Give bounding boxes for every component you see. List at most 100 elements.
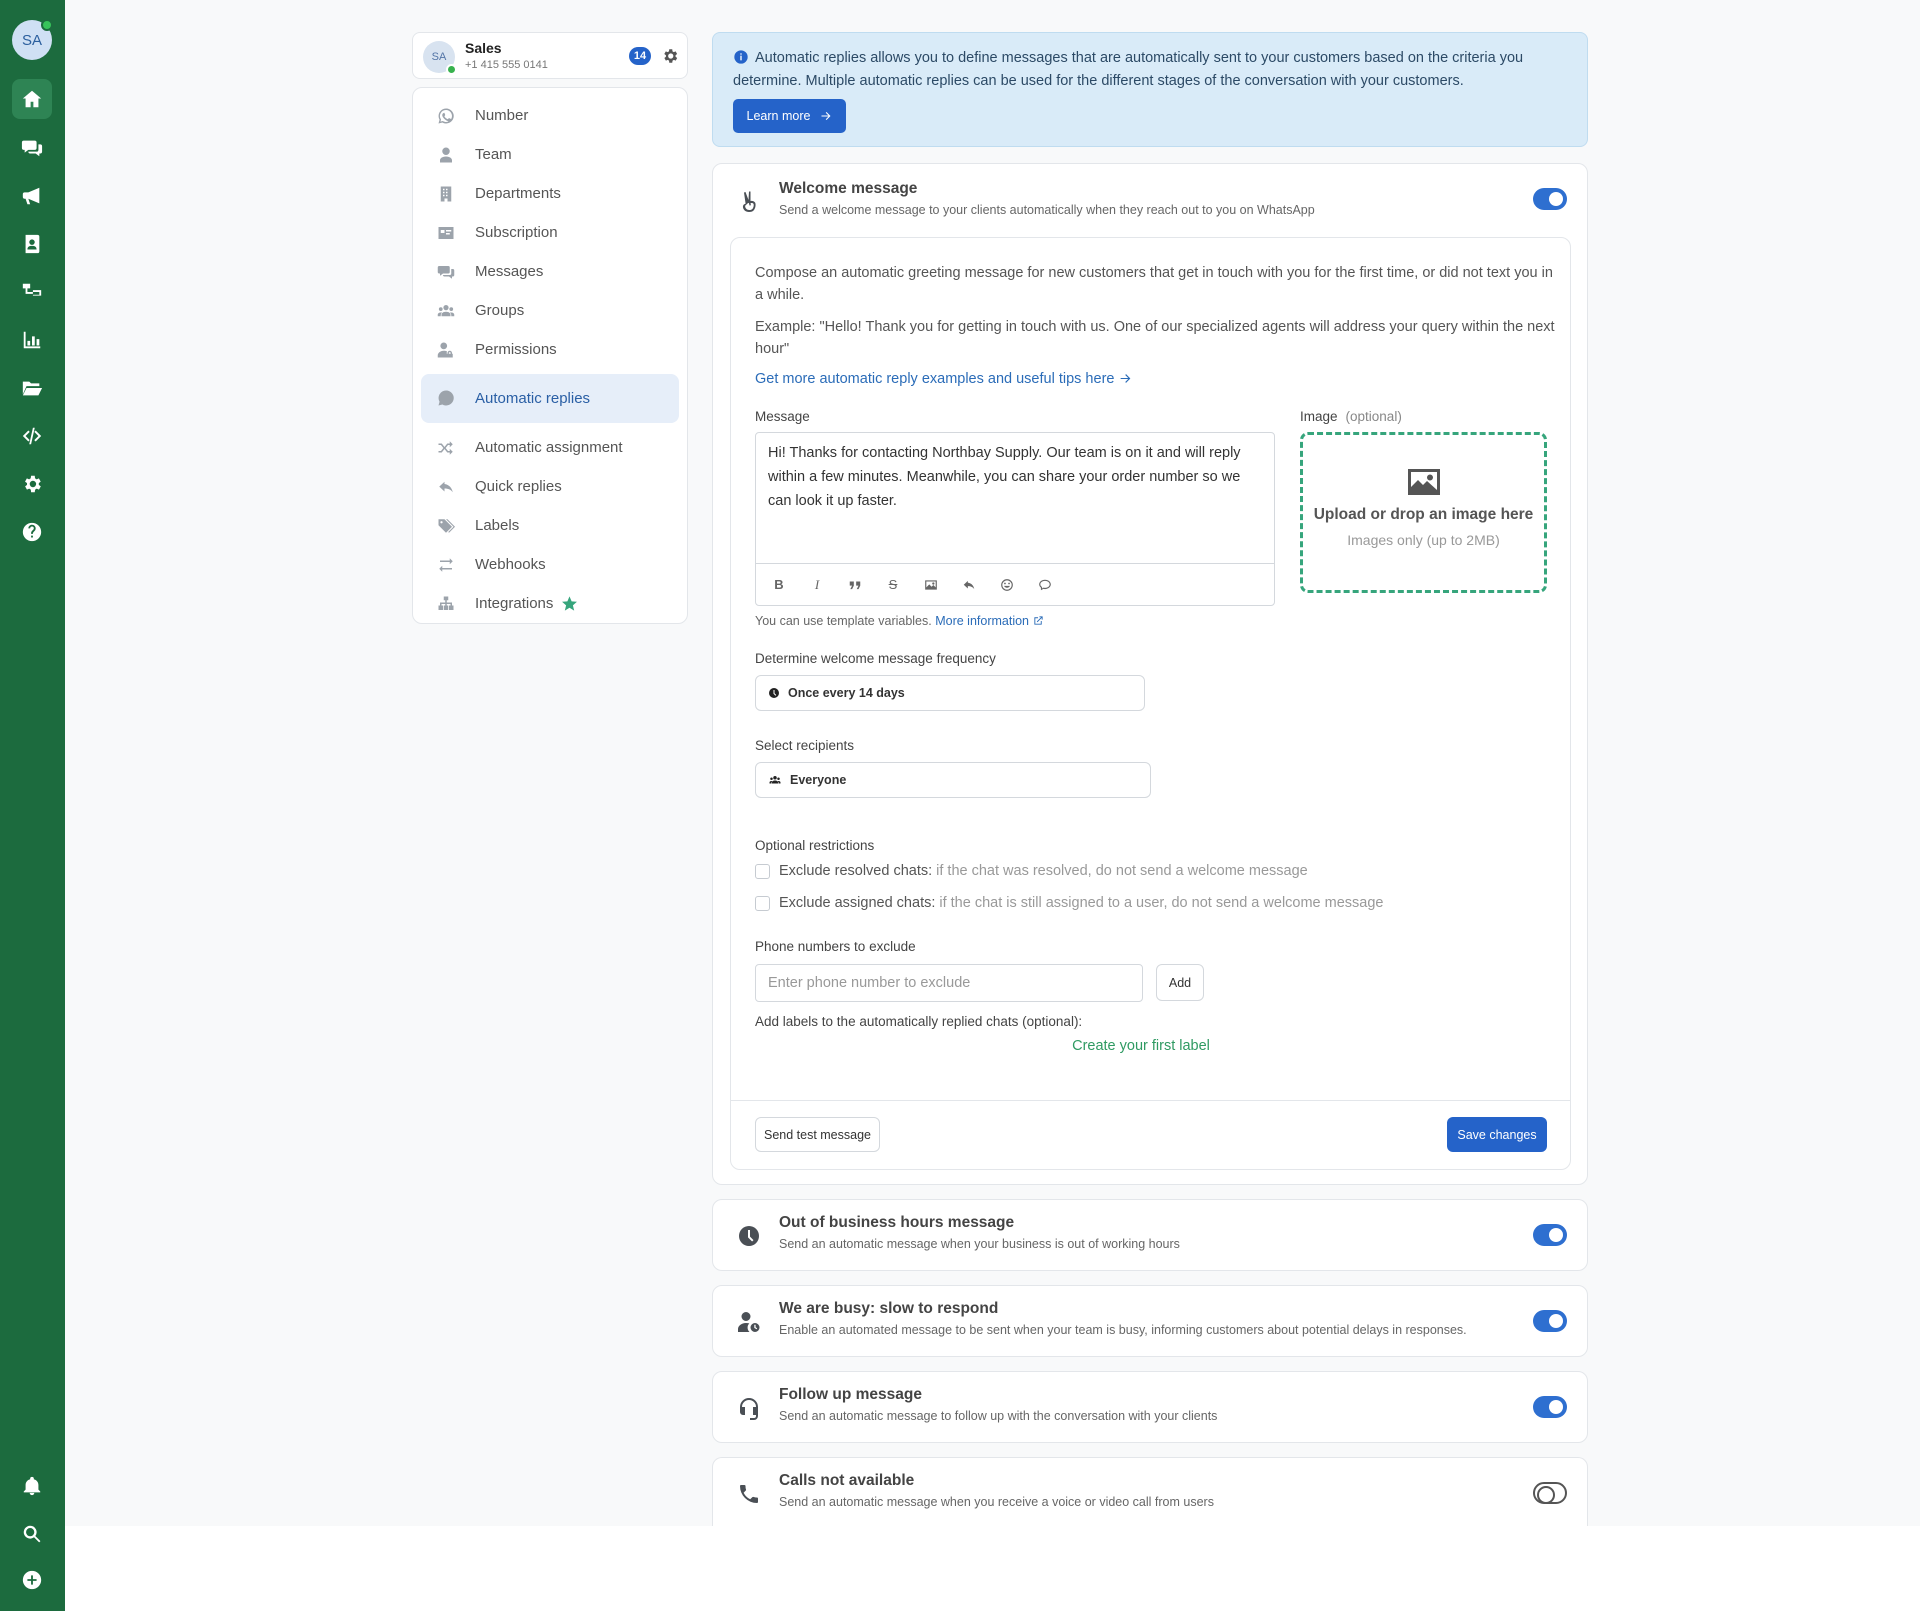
nav-item-label: Number [475,107,529,124]
flows-icon[interactable] [12,272,52,312]
create-label-link[interactable]: Create your first label [971,1038,1311,1054]
busy-toggle[interactable] [1533,1310,1567,1332]
nav-item-integrations[interactable]: Integrations [421,584,679,623]
welcome-toggle[interactable] [1533,188,1567,210]
add-phone-button[interactable]: Add [1156,964,1204,1001]
exclude-assigned-label: Exclude assigned chats: [779,895,936,911]
comment-icon[interactable] [1036,576,1054,594]
busy-title: We are busy: slow to respond [779,1300,999,1317]
calls-card: Calls not available Send an automatic me… [712,1457,1588,1526]
megaphone-icon[interactable] [12,176,52,216]
save-changes-button[interactable]: Save changes [1447,1117,1547,1152]
recipients-select[interactable]: Everyone [755,762,1151,798]
italic-icon[interactable]: I [808,576,826,594]
folder-icon[interactable] [12,368,52,408]
exclude-resolved-checkbox[interactable] [755,863,770,879]
messages-icon [437,263,455,281]
reply-icon [437,478,455,496]
arrow-right-icon [821,112,831,120]
out-of-hours-toggle[interactable] [1533,1224,1567,1246]
left-rail: SA [0,0,65,1611]
image-label: Image [1300,409,1338,424]
tips-link-label: Get more automatic reply examples and us… [755,371,1115,387]
nav-item-groups[interactable]: Groups [421,291,679,330]
nav-item-labels[interactable]: Labels [421,506,679,545]
id-card-icon [437,224,455,242]
nav-item-automatic-assignment[interactable]: Automatic assignment [421,428,679,467]
exclude-assigned-checkbox[interactable] [755,895,770,911]
user-lock-icon [437,341,455,359]
code-icon[interactable] [12,416,52,456]
chats-icon[interactable] [12,128,52,168]
users-icon [769,776,781,784]
help-icon[interactable] [12,512,52,552]
nav-item-departments[interactable]: Departments [421,174,679,213]
calls-description: Send an automatic message when you recei… [779,1495,1214,1509]
online-status-dot [446,64,457,75]
out-of-hours-description: Send an automatic message when your busi… [779,1237,1180,1251]
nav-item-messages[interactable]: Messages [421,252,679,291]
gear-icon[interactable] [661,47,679,65]
bold-icon[interactable]: B [770,576,788,594]
undo-icon[interactable] [960,576,978,594]
phone-exclude-input[interactable]: Enter phone number to exclude [755,964,1143,1002]
home-icon[interactable] [12,79,52,119]
account-avatar: SA [423,41,457,75]
follow-up-toggle[interactable] [1533,1396,1567,1418]
learn-more-button[interactable]: Learn more [733,99,846,133]
frequency-label: Determine welcome message frequency [755,651,996,666]
welcome-message-card: Welcome message Send a welcome message t… [712,163,1588,1185]
nav-item-quick-replies[interactable]: Quick replies [421,467,679,506]
settings-icon[interactable] [12,464,52,504]
quote-icon[interactable] [846,576,864,594]
building-icon [437,185,455,203]
message-textarea[interactable]: Hi! Thanks for contacting Northbay Suppl… [755,432,1275,606]
info-banner: Automatic replies allows you to define m… [712,32,1588,147]
out-of-hours-title: Out of business hours message [779,1214,1015,1231]
account-name: Sales [465,40,502,56]
strikethrough-icon[interactable]: S [884,576,902,594]
busy-description: Enable an automated message to be sent w… [779,1323,1467,1337]
more-information-link[interactable]: More information [935,614,1043,628]
nav-item-label: Labels [475,517,520,534]
info-text: Automatic replies allows you to define m… [733,50,1524,89]
welcome-editor-panel: Compose an automatic greeting message fo… [730,237,1571,1170]
message-label: Message [755,409,810,424]
nav-item-label: Automatic assignment [475,439,623,456]
account-card[interactable]: SA Sales +1 415 555 0141 14 [412,32,688,79]
message-value[interactable]: Hi! Thanks for contacting Northbay Suppl… [768,441,1264,513]
calls-toggle[interactable] [1533,1482,1567,1504]
send-test-message-button[interactable]: Send test message [755,1117,880,1152]
exclude-assigned-checkbox-row[interactable]: Exclude assigned chats: if the chat is s… [755,895,1383,911]
nav-item-automatic-replies[interactable]: Automatic replies [421,374,679,423]
image-optional: (optional) [1345,409,1402,424]
nav-item-number[interactable]: Number [421,96,679,135]
user-avatar[interactable]: SA [12,19,53,60]
welcome-description: Send a welcome message to your clients a… [779,203,1315,217]
analytics-icon[interactable] [12,320,52,360]
exclude-resolved-checkbox-row[interactable]: Exclude resolved chats: if the chat was … [755,863,1308,879]
busy-card: We are busy: slow to respond Enable an a… [712,1285,1588,1357]
welcome-example: Example: "Hello! Thank you for getting i… [755,319,1555,357]
plus-circle-icon[interactable] [12,1560,52,1600]
follow-up-title: Follow up message [779,1386,922,1403]
nav-item-permissions[interactable]: Permissions [421,330,679,369]
frequency-select[interactable]: Once every 14 days [755,675,1145,711]
tips-link[interactable]: Get more automatic reply examples and us… [755,371,1132,387]
emoji-icon[interactable] [998,576,1016,594]
image-label-wrap: Image (optional) [1300,409,1402,424]
format-toolbar: B I S [756,563,1274,605]
nav-item-team[interactable]: Team [421,135,679,174]
search-icon[interactable] [12,1514,52,1554]
bell-icon[interactable] [12,1466,52,1506]
sitemap-icon [437,595,455,613]
image-icon[interactable] [922,576,940,594]
nav-item-subscription[interactable]: Subscription [421,213,679,252]
phones-label: Phone numbers to exclude [755,939,916,954]
contacts-icon[interactable] [12,224,52,264]
nav-item-label: Automatic replies [475,390,591,407]
nav-item-label: Quick replies [475,478,562,495]
image-dropzone[interactable]: Upload or drop an image here Images only… [1300,432,1547,593]
nav-item-webhooks[interactable]: Webhooks [421,545,679,584]
settings-nav: Number Team Departments Subscription Mes… [412,87,688,624]
